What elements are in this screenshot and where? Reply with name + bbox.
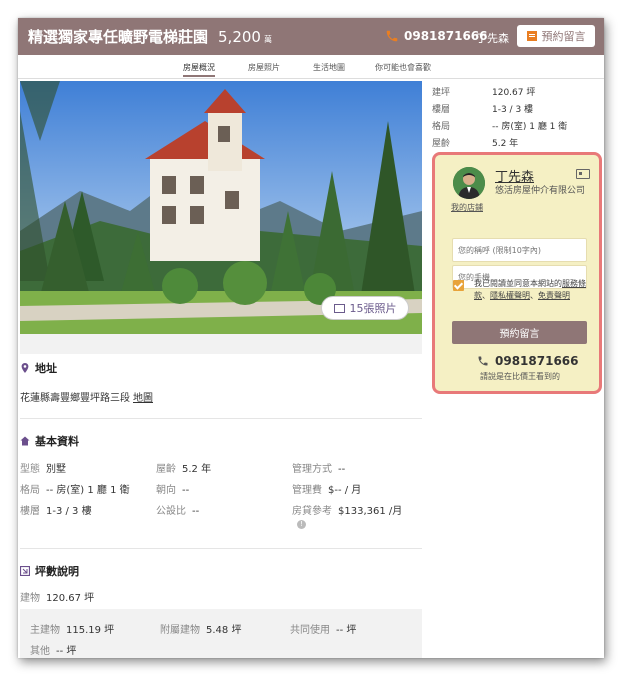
area-annex: 附屬建物 5.48 坪 [160, 625, 242, 636]
disclaimer-link[interactable]: 免責聲明 [538, 291, 570, 300]
agree-text: 我已閱讀並同意本網站的服務條款、隱私權聲明、免責聲明 [474, 279, 586, 300]
info-floor: 樓層 1-3 / 3 樓 [20, 506, 92, 517]
info-public-ratio: 公設比 -- [156, 506, 200, 517]
book-message-label: 預約留言 [541, 30, 586, 43]
info-management-fee: 管理費 $-- / 月 [292, 485, 362, 496]
spec-age: 屋齡 5.2 年 [432, 139, 519, 149]
area-other: 其他 -- 坪 [30, 646, 77, 657]
top-header: 精選獨家專任曠野電梯莊園 5,200 萬 0981871666 丁先森 預約留言 [18, 18, 604, 55]
info-icon[interactable]: ! [297, 520, 306, 529]
address-text: 花蓮縣壽豐鄉豐坪路三段 地圖 [20, 393, 153, 404]
header-agent-name: 丁先森 [476, 32, 509, 45]
spec-layout: 格局 -- 房(室) 1 廳 1 衛 [432, 122, 568, 132]
divider [20, 548, 422, 549]
my-store-link[interactable]: 我的店鋪 [451, 202, 483, 213]
divider [20, 418, 422, 419]
location-pin-icon [21, 363, 29, 373]
area-building: 建物 120.67 坪 [20, 593, 95, 604]
listing-title: 精選獨家專任曠野電梯莊園 [28, 28, 209, 46]
ruler-icon [20, 566, 30, 576]
agent-note: 請說是在比價王看到的 [480, 372, 560, 381]
section-tabs: 房屋概況 房屋照片 生活地圖 你可能也會喜歡 [18, 55, 604, 79]
listing-price: 5,200 [218, 27, 261, 46]
spec-floor: 樓層 1-3 / 3 樓 [432, 105, 534, 115]
info-mortgage: 房貸參考 $133,361 /月 [292, 506, 403, 517]
area-shared: 共同使用 -- 坪 [290, 625, 357, 636]
address-heading: 地址 [20, 360, 57, 376]
tab-overview[interactable]: 房屋概況 [183, 62, 215, 77]
info-management: 管理方式 -- [292, 464, 346, 475]
submit-message-button[interactable]: 預約留言 [452, 321, 587, 344]
photo-count-label: 15張照片 [349, 302, 397, 315]
spec-building-area: 建坪 120.67 坪 [432, 88, 536, 98]
business-card-icon[interactable] [576, 169, 590, 179]
gallery-icon [333, 303, 345, 313]
area-heading: 坪數說明 [20, 563, 79, 579]
photo-count-button[interactable]: 15張照片 [321, 296, 409, 320]
house-icon [20, 436, 30, 446]
phone-icon [478, 356, 488, 366]
price-unit: 萬 [263, 35, 272, 44]
info-age: 屋齡 5.2 年 [156, 464, 212, 475]
agree-checkbox[interactable] [453, 280, 464, 291]
phone-icon [386, 30, 398, 42]
info-orientation: 朝向 -- [156, 485, 190, 496]
info-type: 型態 別墅 [20, 464, 66, 475]
basic-info-heading: 基本資料 [20, 433, 79, 449]
agent-phone[interactable]: 0981871666 [495, 354, 579, 368]
book-message-button[interactable]: 預約留言 [517, 25, 595, 47]
area-main-building: 主建物 115.19 坪 [30, 625, 115, 636]
info-layout: 格局 -- 房(室) 1 廳 1 衛 [20, 485, 130, 496]
header-phone[interactable]: 0981871666 [404, 29, 488, 43]
name-input[interactable] [452, 238, 587, 262]
agent-name-link[interactable]: 丁先森 [495, 166, 534, 185]
tab-recommend[interactable]: 你可能也會喜歡 [375, 62, 431, 73]
tab-photos[interactable]: 房屋照片 [248, 62, 280, 73]
privacy-link[interactable]: 隱私權聲明 [490, 291, 530, 300]
photo-strip [20, 334, 422, 354]
tab-map[interactable]: 生活地圖 [313, 62, 345, 73]
agent-company: 悠活房屋仲介有限公司 [495, 186, 586, 196]
agent-contact-box: 丁先森 悠活房屋仲介有限公司 我的店鋪 我已閱讀並同意本網站的服務條款、隱私權聲… [432, 152, 602, 394]
message-icon [526, 31, 537, 41]
avatar[interactable] [453, 167, 485, 199]
listing-page: 精選獨家專任曠野電梯莊園 5,200 萬 0981871666 丁先森 預約留言… [18, 18, 604, 658]
map-link[interactable]: 地圖 [133, 393, 153, 404]
